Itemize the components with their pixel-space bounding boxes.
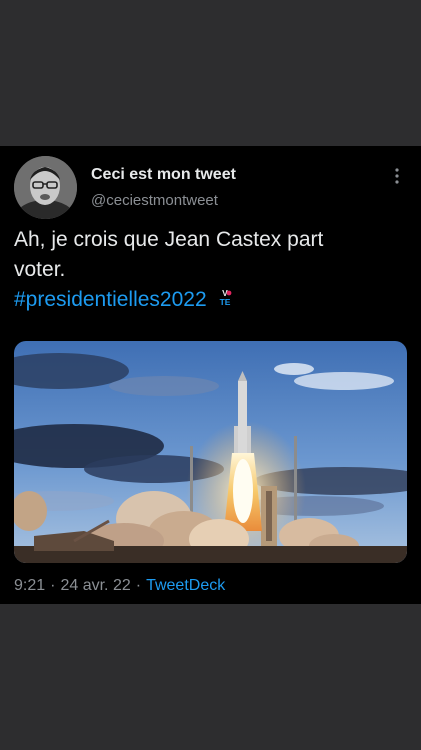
bottom-letterbox <box>0 604 421 750</box>
avatar[interactable] <box>14 156 77 219</box>
meta-separator: · <box>50 577 56 594</box>
top-letterbox <box>0 0 421 146</box>
tweet-text-line-2: voter. <box>14 258 66 281</box>
meta-separator: · <box>135 577 142 594</box>
tweet-text-line-1: Ah, je crois que Jean Castex part <box>14 228 324 251</box>
tweet-date[interactable]: 24 avr. 22 <box>60 577 130 594</box>
hashtag-link[interactable]: #presidentielles2022 <box>14 288 207 311</box>
tweet-card: Ceci est mon tweet @ceciestmontweet Ah, … <box>0 146 421 604</box>
tweet-text: Ah, je crois que Jean Castex part voter.… <box>14 225 409 315</box>
author-name[interactable]: Ceci est mon tweet <box>91 166 236 184</box>
author-handle[interactable]: @ceciestmontweet <box>91 192 218 209</box>
tweet-hashtag-line: #presidentielles2022 V TE <box>14 285 409 315</box>
tweet-source-link[interactable]: TweetDeck <box>146 577 225 594</box>
tweet-time[interactable]: 9:21 <box>14 577 45 594</box>
svg-text:TE: TE <box>219 297 230 307</box>
tweet-meta: 9:21 · 24 avr. 22 · TweetDeck <box>14 577 225 595</box>
tweet-media-rocket-launch-photo[interactable] <box>14 341 407 563</box>
more-vertical-icon[interactable] <box>389 166 405 186</box>
vote-emoji-icon: V TE <box>214 286 235 307</box>
